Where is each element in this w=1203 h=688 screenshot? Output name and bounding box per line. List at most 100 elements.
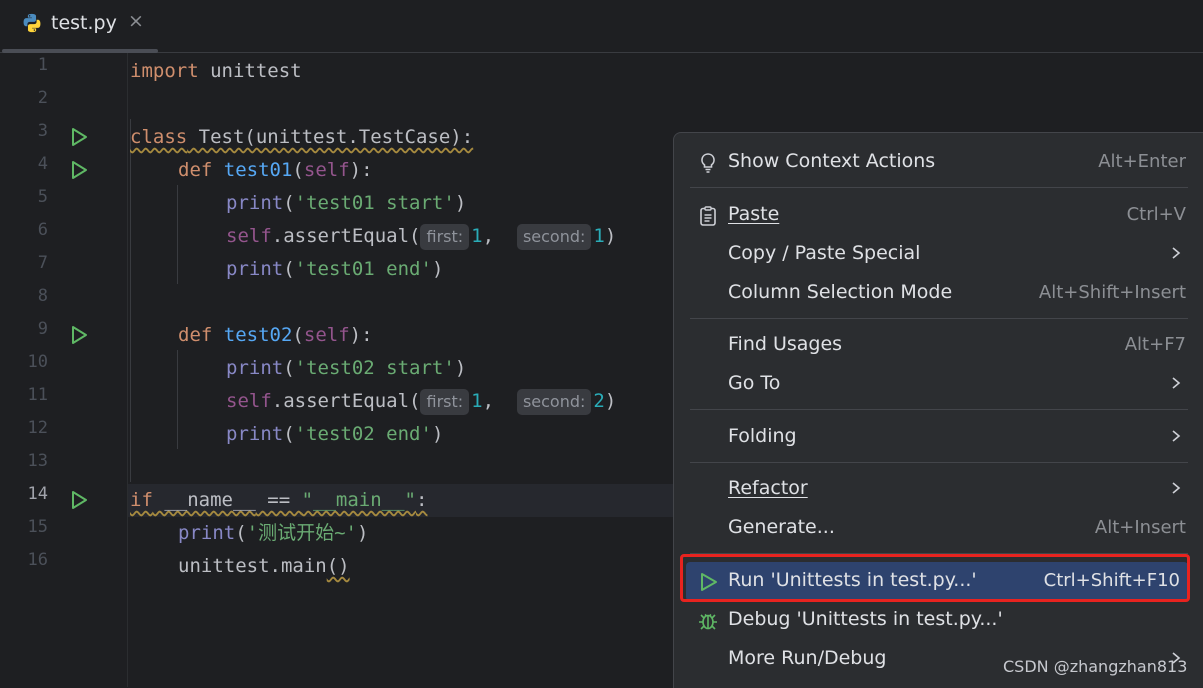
code-text: ) xyxy=(454,357,467,379)
keyword: if xyxy=(130,489,153,511)
menu-item-label: Refactor xyxy=(728,477,808,499)
menu-item-label: More Run/Debug xyxy=(728,647,887,669)
menu-item-label: Debug 'Unittests in test.py...' xyxy=(728,608,1003,630)
code-line-11: self.assertEqual(first: 1, second: 2) xyxy=(226,385,616,418)
menu-item-shortcut: Ctrl+V xyxy=(1126,204,1186,225)
number-literal: 1 xyxy=(471,390,483,412)
menu-item-copy-paste-special[interactable]: Copy / Paste Special xyxy=(690,235,1190,274)
indent-guide xyxy=(130,119,131,482)
menu-item-show-context-actions[interactable]: Show Context Actions Alt+Enter xyxy=(690,143,1190,182)
code-line-4: def test01(self): xyxy=(178,154,373,187)
number-literal: 1 xyxy=(593,225,605,247)
code-text: () xyxy=(326,555,350,577)
menu-item-label: Go To xyxy=(728,372,781,394)
code-text: , xyxy=(482,390,506,412)
menu-item-generate[interactable]: Generate... Alt+Insert xyxy=(690,509,1190,548)
code-line-6: self.assertEqual(first: 1, second: 1) xyxy=(226,220,616,253)
tab-test-py[interactable]: test.py × xyxy=(0,0,158,53)
code-text: ( xyxy=(235,522,247,544)
menu-item-paste[interactable]: Paste Ctrl+V xyxy=(690,196,1190,235)
string-literal: 'test01 end' xyxy=(294,258,432,280)
code-text: .assertEqual( xyxy=(271,225,421,247)
menu-item-label: Copy / Paste Special xyxy=(728,242,921,264)
gutter-separator xyxy=(127,53,128,687)
code-text: ) xyxy=(431,423,444,445)
self-ref: self xyxy=(226,225,272,247)
code-line-10: print('test02 start') xyxy=(226,352,466,385)
run-gutter-icon[interactable] xyxy=(68,126,90,148)
line-number: 13 xyxy=(27,451,48,471)
line-number: 1 xyxy=(37,55,48,75)
line-number-gutter: 1 2 3 4 5 6 7 8 9 10 11 12 13 14 15 16 xyxy=(0,53,127,687)
string-literal: 'test01 start' xyxy=(294,192,455,214)
run-gutter-icon[interactable] xyxy=(68,159,90,181)
builtin: print xyxy=(178,522,236,544)
close-tab-icon[interactable]: × xyxy=(128,10,144,32)
line-number: 15 xyxy=(27,517,48,537)
keyword: class xyxy=(130,126,188,148)
self-param: self xyxy=(303,159,350,181)
operator: == xyxy=(255,489,302,511)
code-text: unittest xyxy=(198,60,302,82)
menu-item-go-to[interactable]: Go To xyxy=(690,365,1190,404)
keyword: import xyxy=(130,60,199,82)
line-number: 3 xyxy=(37,121,48,141)
editor-tab-bar: test.py × xyxy=(0,0,1203,53)
line-number: 8 xyxy=(37,286,48,306)
line-number: 11 xyxy=(27,385,48,405)
highlight-annotation-box xyxy=(680,554,1190,602)
lightbulb-icon xyxy=(701,153,715,173)
menu-item-shortcut: Alt+Shift+Insert xyxy=(1038,282,1186,303)
code-text: .assertEqual( xyxy=(271,390,421,412)
code-text: ): xyxy=(349,324,373,346)
debug-icon xyxy=(699,613,717,630)
menu-item-label: Find Usages xyxy=(728,333,843,355)
menu-separator xyxy=(690,462,1188,463)
menu-item-shortcut: Alt+Enter xyxy=(1098,151,1186,172)
menu-item-label: Show Context Actions xyxy=(728,150,936,172)
code-text: ( xyxy=(283,258,295,280)
menu-item-debug-unittests[interactable]: Debug 'Unittests in test.py...' xyxy=(690,601,1190,640)
code-text: ( xyxy=(283,192,295,214)
code-line-12: print('test02 end') xyxy=(226,418,443,451)
parameter-hint: first: xyxy=(420,389,470,415)
builtin: print xyxy=(226,357,284,379)
menu-item-column-selection-mode[interactable]: Column Selection Mode Alt+Shift+Insert xyxy=(690,274,1190,313)
parameter-hint: second: xyxy=(516,389,592,415)
tab-label: test.py xyxy=(51,12,117,34)
menu-item-folding[interactable]: Folding xyxy=(690,418,1190,457)
indent-guide xyxy=(177,350,178,449)
python-file-icon xyxy=(23,13,41,33)
line-number: 7 xyxy=(37,253,48,273)
code-text: Test(unittest.TestCase): xyxy=(187,126,474,148)
line-number: 10 xyxy=(27,352,48,372)
code-text: ( xyxy=(283,423,295,445)
menu-separator xyxy=(690,409,1188,410)
menu-item-label: Generate... xyxy=(728,516,835,538)
code-text: ( xyxy=(292,324,304,346)
current-line-number: 14 xyxy=(27,484,48,504)
run-gutter-icon[interactable] xyxy=(68,324,90,346)
self-ref: self xyxy=(226,390,272,412)
indent-guide xyxy=(177,185,178,284)
self-param: self xyxy=(303,324,350,346)
code-text: unittest.main xyxy=(178,555,327,577)
code-text: ( xyxy=(292,159,304,181)
keyword: def xyxy=(178,324,213,346)
code-text: : xyxy=(416,489,428,511)
chevron-right-icon xyxy=(1172,482,1181,494)
code-text: ( xyxy=(283,357,295,379)
string-literal: 'test02 start' xyxy=(294,357,455,379)
run-gutter-icon[interactable] xyxy=(68,489,90,511)
menu-item-find-usages[interactable]: Find Usages Alt+F7 xyxy=(690,326,1190,365)
string-literal: "__main__" xyxy=(301,489,416,511)
menu-item-refactor[interactable]: Refactor xyxy=(690,470,1190,509)
watermark: CSDN @zhangzhan813 xyxy=(1003,657,1188,676)
code-line-14: if __name__ == "__main__": xyxy=(130,484,427,517)
line-number: 2 xyxy=(37,88,48,108)
code-text: ) xyxy=(431,258,444,280)
line-number: 6 xyxy=(37,220,48,240)
code-line-15: print('测试开始~') xyxy=(178,517,368,550)
string-literal: 'test02 end' xyxy=(294,423,432,445)
builtin: print xyxy=(226,258,284,280)
